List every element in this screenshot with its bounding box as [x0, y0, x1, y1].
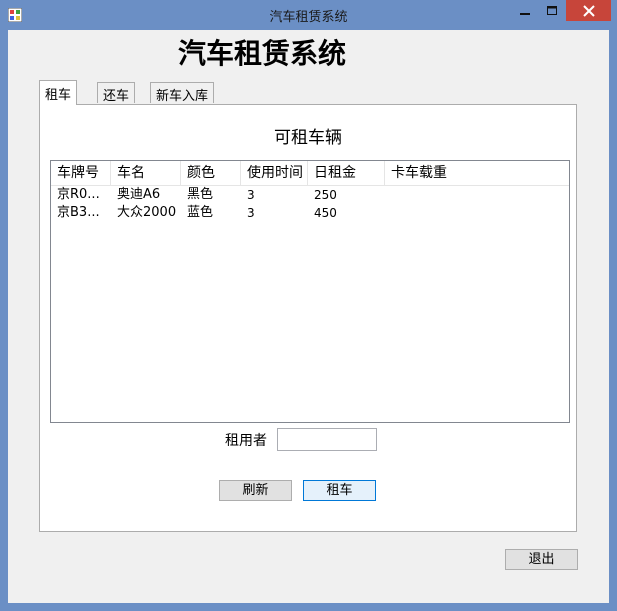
car-list[interactable]: 车牌号 车名 颜色 使用时间 日租金 卡车载重 京R0... 奥迪A6 黑色 3…: [50, 160, 570, 423]
refresh-button[interactable]: 刷新: [219, 480, 292, 501]
column-header[interactable]: 日租金: [308, 161, 385, 185]
tab-rent[interactable]: 租车: [39, 80, 78, 105]
cell-truck-load: [385, 204, 569, 222]
app-window: 汽车租赁系统 汽车租赁系统 租车 还车 新车入库 可租车辆 车牌号 车名 颜色 …: [0, 0, 617, 611]
cell-use-time: 3: [247, 188, 255, 202]
minimize-button[interactable]: [512, 0, 538, 21]
title-bar[interactable]: 汽车租赁系统: [0, 0, 617, 30]
cell-truck-load: [385, 186, 569, 204]
tab-new-car[interactable]: 新车入库: [150, 82, 215, 104]
app-heading: 汽车租赁系统: [178, 37, 347, 70]
list-header: 车牌号 车名 颜色 使用时间 日租金 卡车载重: [51, 161, 569, 186]
column-header[interactable]: 车名: [111, 161, 181, 185]
column-header[interactable]: 车牌号: [51, 161, 111, 185]
renter-input[interactable]: [277, 428, 377, 451]
cell-color: 蓝色: [187, 205, 214, 220]
column-header[interactable]: 卡车载重: [385, 161, 569, 185]
maximize-button[interactable]: [539, 0, 565, 21]
cell-color: 黑色: [187, 187, 214, 202]
renter-label: 租用者: [225, 433, 267, 449]
column-header[interactable]: 颜色: [181, 161, 241, 185]
cell-daily-rent: 450: [314, 206, 337, 220]
cell-use-time: 3: [247, 206, 255, 220]
table-row[interactable]: 京B3... 大众2000 蓝色 3 450: [51, 204, 569, 222]
cell-plate: 京B3...: [57, 205, 100, 220]
cell-name: 奥迪A6: [117, 187, 161, 202]
rent-tab-panel: 可租车辆 车牌号 车名 颜色 使用时间 日租金 卡车载重 京R0... 奥迪A6…: [39, 104, 577, 532]
cell-plate: 京R0...: [57, 187, 100, 202]
minimize-icon: [520, 12, 530, 15]
close-icon: [582, 4, 595, 17]
table-row[interactable]: 京R0... 奥迪A6 黑色 3 250: [51, 186, 569, 204]
available-cars-heading: 可租车辆: [274, 128, 342, 148]
column-header[interactable]: 使用时间: [241, 161, 308, 185]
tab-return[interactable]: 还车: [97, 82, 136, 104]
close-button[interactable]: [566, 0, 611, 21]
cell-name: 大众2000: [117, 205, 177, 220]
maximize-icon: [547, 5, 557, 15]
rent-button[interactable]: 租车: [303, 480, 376, 501]
client-area: 汽车租赁系统 租车 还车 新车入库 可租车辆 车牌号 车名 颜色 使用时间 日租…: [8, 30, 609, 603]
exit-button[interactable]: 退出: [505, 549, 578, 570]
cell-daily-rent: 250: [314, 188, 337, 202]
